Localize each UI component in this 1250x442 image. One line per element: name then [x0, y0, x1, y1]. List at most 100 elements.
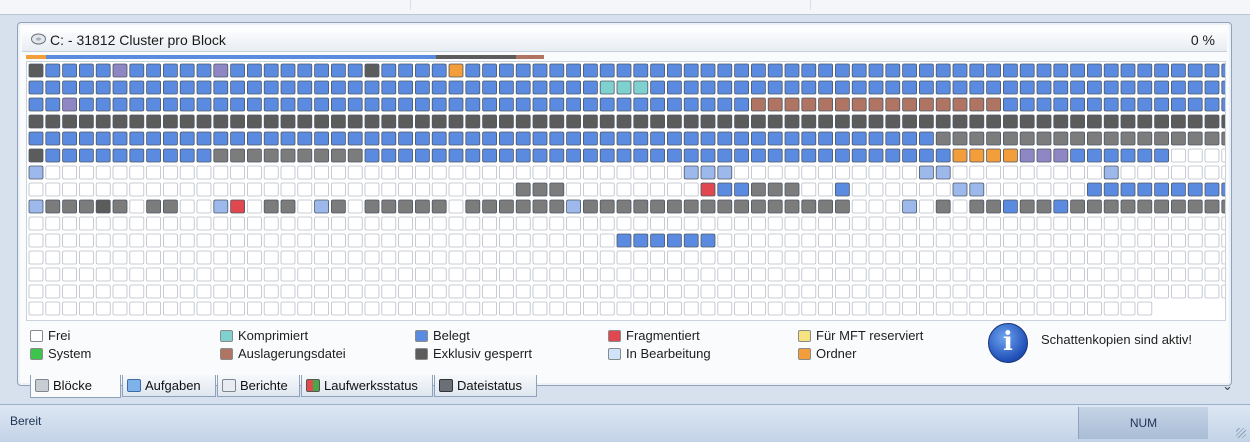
block-cell[interactable]: [1036, 284, 1052, 299]
block-cell[interactable]: [45, 250, 61, 265]
block-cell[interactable]: [1036, 267, 1052, 282]
block-cell[interactable]: [62, 182, 77, 197]
block-cell[interactable]: [79, 301, 94, 316]
block-cell[interactable]: [146, 114, 161, 129]
block-cell[interactable]: [952, 131, 968, 146]
block-cell[interactable]: [1003, 80, 1018, 95]
block-cell[interactable]: [482, 216, 498, 231]
block-cell[interactable]: [263, 114, 279, 129]
block-cell[interactable]: [179, 216, 195, 231]
block-cell[interactable]: [650, 284, 665, 299]
block-cell[interactable]: [818, 250, 833, 265]
block-cell[interactable]: [734, 80, 749, 95]
block-cell[interactable]: [465, 182, 481, 197]
block-cell[interactable]: [583, 216, 598, 231]
block-cell[interactable]: [347, 182, 363, 197]
block-cell[interactable]: [952, 233, 968, 248]
block-cell[interactable]: [784, 250, 800, 265]
block-cell[interactable]: [162, 148, 178, 163]
block-cell[interactable]: [95, 284, 111, 299]
block-cell[interactable]: [1171, 63, 1186, 78]
block-cell[interactable]: [734, 267, 749, 282]
block-cell[interactable]: [952, 267, 968, 282]
block-cell[interactable]: [213, 199, 229, 214]
block-cell[interactable]: [1019, 165, 1035, 180]
block-cell[interactable]: [1154, 284, 1169, 299]
block-cell[interactable]: [1087, 267, 1102, 282]
block-cell[interactable]: [398, 131, 414, 146]
block-cell[interactable]: [498, 301, 514, 316]
block-cell[interactable]: [566, 182, 581, 197]
block-cell[interactable]: [1137, 114, 1153, 129]
block-cell[interactable]: [1204, 165, 1220, 180]
block-cell[interactable]: [179, 114, 195, 129]
block-cell[interactable]: [431, 267, 447, 282]
block-cell[interactable]: [902, 301, 917, 316]
block-cell[interactable]: [498, 199, 514, 214]
block-cell[interactable]: [1154, 114, 1169, 129]
block-cell[interactable]: [1221, 267, 1226, 282]
block-cell[interactable]: [667, 250, 682, 265]
block-cell[interactable]: [1154, 250, 1169, 265]
block-cell[interactable]: [1087, 114, 1102, 129]
block-cell[interactable]: [179, 148, 195, 163]
block-cell[interactable]: [280, 148, 296, 163]
block-cell[interactable]: [398, 148, 414, 163]
block-cell[interactable]: [431, 284, 447, 299]
block-cell[interactable]: [213, 131, 229, 146]
block-cell[interactable]: [767, 199, 783, 214]
block-cell[interactable]: [230, 80, 246, 95]
block-cell[interactable]: [885, 284, 901, 299]
block-cell[interactable]: [448, 131, 464, 146]
block-cell[interactable]: [801, 182, 817, 197]
block-cell[interactable]: [129, 80, 145, 95]
block-cell[interactable]: [1053, 114, 1069, 129]
block-cell[interactable]: [599, 267, 615, 282]
block-cell[interactable]: [532, 301, 548, 316]
block-cell[interactable]: [1187, 199, 1203, 214]
block-cell[interactable]: [683, 233, 699, 248]
block-cell[interactable]: [330, 284, 346, 299]
block-cell[interactable]: [1019, 199, 1035, 214]
block-cell[interactable]: [246, 97, 262, 112]
block-cell[interactable]: [246, 182, 262, 197]
block-cell[interactable]: [902, 97, 917, 112]
block-cell[interactable]: [835, 114, 850, 129]
block-cell[interactable]: [112, 131, 128, 146]
block-cell[interactable]: [213, 216, 229, 231]
block-cell[interactable]: [986, 267, 1001, 282]
block-cell[interactable]: [280, 63, 296, 78]
block-cell[interactable]: [784, 284, 800, 299]
block-cell[interactable]: [448, 80, 464, 95]
block-cell[interactable]: [213, 80, 229, 95]
block-cell[interactable]: [784, 148, 800, 163]
block-cell[interactable]: [1204, 182, 1220, 197]
block-cell[interactable]: [330, 80, 346, 95]
block-cell[interactable]: [1087, 199, 1102, 214]
block-cell[interactable]: [549, 267, 565, 282]
block-cell[interactable]: [734, 131, 749, 146]
block-cell[interactable]: [230, 284, 246, 299]
block-cell[interactable]: [431, 233, 447, 248]
block-cell[interactable]: [28, 148, 44, 163]
block-cell[interactable]: [129, 216, 145, 231]
block-cell[interactable]: [1070, 131, 1085, 146]
tab-laufwerksstatus[interactable]: Laufwerksstatus: [301, 375, 433, 397]
block-cell[interactable]: [45, 148, 61, 163]
block-cell[interactable]: [498, 114, 514, 129]
block-cell[interactable]: [28, 63, 44, 78]
block-cell[interactable]: [95, 114, 111, 129]
block-cell[interactable]: [1221, 216, 1226, 231]
block-cell[interactable]: [1120, 165, 1136, 180]
block-cell[interactable]: [969, 233, 985, 248]
block-cell[interactable]: [1137, 148, 1153, 163]
block-cell[interactable]: [45, 216, 61, 231]
block-cell[interactable]: [28, 199, 44, 214]
block-cell[interactable]: [1019, 216, 1035, 231]
block-cell[interactable]: [263, 250, 279, 265]
block-cell[interactable]: [633, 97, 649, 112]
block-cell[interactable]: [162, 182, 178, 197]
block-cell[interactable]: [549, 233, 565, 248]
block-cell[interactable]: [213, 97, 229, 112]
block-cell[interactable]: [700, 131, 716, 146]
